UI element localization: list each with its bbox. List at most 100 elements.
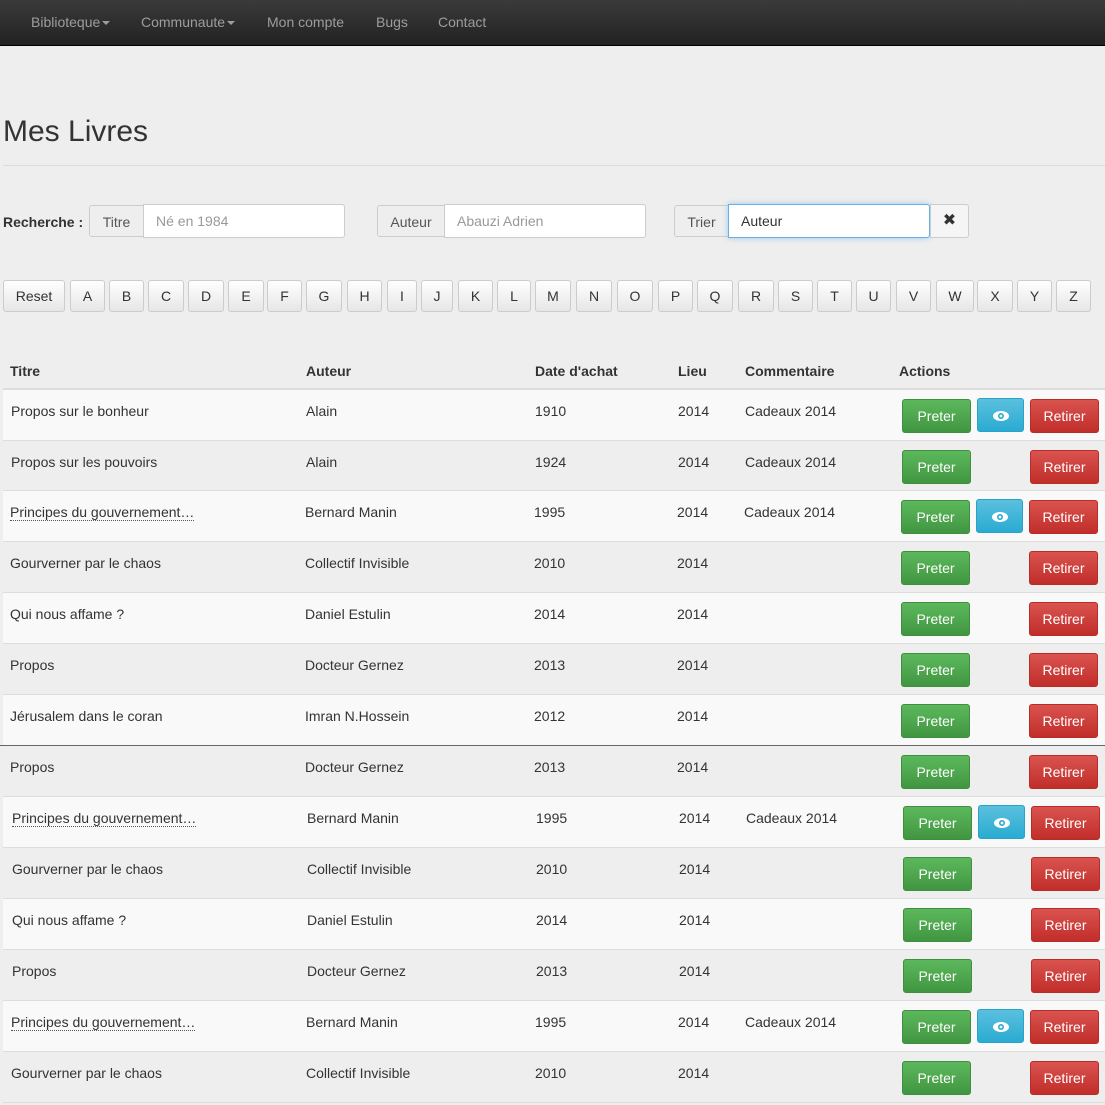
- letter-button-a[interactable]: A: [70, 280, 105, 312]
- retirer-button[interactable]: Retirer: [1029, 704, 1098, 738]
- retirer-button[interactable]: Retirer: [1029, 602, 1098, 636]
- letter-button-q[interactable]: Q: [697, 280, 733, 312]
- letter-button-w[interactable]: W: [936, 280, 974, 312]
- preter-button[interactable]: Preter: [902, 1061, 971, 1095]
- page-title: Mes Livres: [3, 115, 149, 148]
- cell-date-achat: 1924: [535, 454, 567, 470]
- letter-button-z[interactable]: Z: [1056, 280, 1091, 312]
- cell-lieu: 2014: [679, 810, 711, 826]
- auteur-search-input[interactable]: [444, 204, 646, 238]
- nav-mon-compte[interactable]: Mon compte: [267, 0, 344, 45]
- letter-button-v[interactable]: V: [896, 280, 931, 312]
- preter-button[interactable]: Preter: [903, 908, 972, 942]
- retirer-button[interactable]: Retirer: [1030, 1010, 1099, 1044]
- retirer-button[interactable]: Retirer: [1030, 450, 1099, 484]
- cell-auteur: Alain: [306, 454, 338, 470]
- cell-titre[interactable]: Principes du gouvernement…: [10, 504, 195, 521]
- column-header-date[interactable]: Date d'achat: [535, 363, 618, 379]
- view-button[interactable]: [977, 398, 1024, 432]
- preter-button[interactable]: Preter: [901, 653, 970, 687]
- view-button[interactable]: [978, 805, 1025, 839]
- letter-button-t[interactable]: T: [817, 280, 852, 312]
- letter-button-s[interactable]: S: [778, 280, 813, 312]
- retirer-button[interactable]: Retirer: [1029, 755, 1098, 789]
- cell-commentaire: Cadeaux 2014: [745, 403, 837, 419]
- nav-biblioteque[interactable]: Biblioteque: [31, 0, 111, 45]
- caret-down-icon: [227, 21, 236, 26]
- retirer-button[interactable]: Retirer: [1031, 806, 1100, 840]
- reset-button[interactable]: Reset: [3, 280, 65, 312]
- letter-button-f[interactable]: F: [267, 280, 302, 312]
- cell-titre[interactable]: Principes du gouvernement…: [12, 810, 197, 827]
- retirer-button[interactable]: Retirer: [1029, 551, 1098, 585]
- view-button[interactable]: [976, 499, 1023, 533]
- letter-button-p[interactable]: P: [658, 280, 693, 312]
- letter-button-d[interactable]: D: [188, 280, 224, 312]
- preter-button[interactable]: Preter: [902, 1010, 971, 1044]
- nav-contact[interactable]: Contact: [438, 0, 486, 45]
- letter-button-y[interactable]: Y: [1017, 280, 1052, 312]
- cell-auteur: Bernard Manin: [307, 810, 399, 826]
- cell-titre: Qui nous affame ?: [10, 606, 125, 622]
- preter-button[interactable]: Preter: [901, 755, 970, 789]
- trier-addon: Trier: [674, 205, 729, 237]
- preter-button[interactable]: Preter: [902, 450, 971, 484]
- letter-button-e[interactable]: E: [228, 280, 264, 312]
- retirer-button[interactable]: Retirer: [1031, 959, 1100, 993]
- preter-button[interactable]: Preter: [901, 551, 970, 585]
- retirer-button[interactable]: Retirer: [1031, 908, 1100, 942]
- preter-button[interactable]: Preter: [901, 602, 970, 636]
- eye-icon: [991, 508, 1009, 524]
- search-label: Recherche :: [3, 214, 84, 230]
- letter-button-m[interactable]: M: [535, 280, 571, 312]
- preter-button[interactable]: Preter: [903, 959, 972, 993]
- letter-button-r[interactable]: R: [738, 280, 774, 312]
- view-button[interactable]: [977, 1009, 1024, 1043]
- table-row: Gourverner par le chaos Collectif Invisib…: [3, 542, 1105, 593]
- table-row: Propos sur le bonheur Alain 1910 2014 Cadeau…: [3, 390, 1105, 441]
- preter-button[interactable]: Preter: [903, 857, 972, 891]
- retirer-button[interactable]: Retirer: [1029, 653, 1098, 687]
- column-header-titre[interactable]: Titre: [10, 363, 40, 379]
- preter-button[interactable]: Preter: [903, 806, 972, 840]
- retirer-button[interactable]: Retirer: [1029, 500, 1098, 534]
- cell-auteur: Daniel Estulin: [307, 912, 393, 928]
- letter-button-l[interactable]: L: [497, 280, 531, 312]
- letter-button-c[interactable]: C: [148, 280, 184, 312]
- retirer-button[interactable]: Retirer: [1031, 857, 1100, 891]
- letter-button-h[interactable]: H: [347, 280, 382, 312]
- table-row: Principes du gouvernement… Bernard Manin 1…: [3, 1001, 1105, 1052]
- preter-button[interactable]: Preter: [901, 500, 970, 534]
- letter-button-j[interactable]: J: [421, 280, 453, 312]
- trier-input[interactable]: [728, 204, 930, 238]
- letter-button-b[interactable]: B: [109, 280, 144, 312]
- cell-titre[interactable]: Principes du gouvernement…: [11, 1014, 196, 1031]
- cell-auteur: Docteur Gernez: [305, 657, 404, 673]
- column-header-commentaire[interactable]: Commentaire: [745, 363, 834, 379]
- cell-date-achat: 2013: [536, 963, 568, 979]
- cell-titre: Gourverner par le chaos: [11, 1065, 162, 1081]
- cell-lieu: 2014: [677, 657, 709, 673]
- preter-button[interactable]: Preter: [901, 704, 970, 738]
- letter-button-k[interactable]: K: [458, 280, 493, 312]
- table-row: Gourverner par le chaos Collectif Invisib…: [3, 1052, 1105, 1103]
- column-header-lieu[interactable]: Lieu: [678, 363, 707, 379]
- nav-communaute[interactable]: Communaute: [141, 0, 236, 45]
- nav-bugs[interactable]: Bugs: [376, 0, 408, 45]
- letter-button-x[interactable]: X: [977, 280, 1013, 312]
- title-divider: [3, 165, 1105, 166]
- table-row: Propos Docteur Gernez 2013 2014 Preter Retire…: [3, 746, 1105, 797]
- cell-auteur: Collectif Invisible: [307, 861, 412, 877]
- clear-search-button[interactable]: ✖: [930, 204, 969, 238]
- retirer-button[interactable]: Retirer: [1030, 399, 1099, 433]
- letter-button-o[interactable]: O: [617, 280, 653, 312]
- letter-button-u[interactable]: U: [856, 280, 891, 312]
- titre-search-input[interactable]: [143, 204, 345, 238]
- cell-titre: Propos sur le bonheur: [11, 403, 149, 419]
- letter-button-g[interactable]: G: [306, 280, 342, 312]
- preter-button[interactable]: Preter: [902, 399, 971, 433]
- column-header-auteur[interactable]: Auteur: [306, 363, 351, 379]
- letter-button-i[interactable]: I: [387, 280, 417, 312]
- letter-button-n[interactable]: N: [576, 280, 612, 312]
- retirer-button[interactable]: Retirer: [1030, 1061, 1099, 1095]
